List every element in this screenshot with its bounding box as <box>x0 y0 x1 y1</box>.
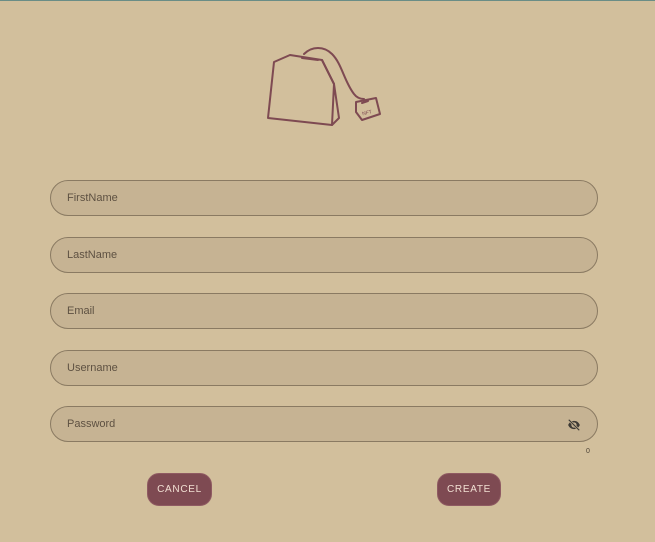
create-button[interactable]: CREATE <box>437 473 501 506</box>
lastname-field[interactable] <box>50 237 598 273</box>
username-field[interactable] <box>50 350 598 386</box>
password-input[interactable] <box>67 407 547 441</box>
email-field[interactable] <box>50 293 598 329</box>
firstname-field[interactable] <box>50 180 598 216</box>
lastname-input[interactable] <box>67 238 547 272</box>
tea-bag-icon: NFT <box>267 47 381 126</box>
eye-off-icon[interactable] <box>567 418 581 432</box>
password-field[interactable] <box>50 406 598 442</box>
email-input[interactable] <box>67 294 547 328</box>
cancel-button[interactable]: CANCEL <box>147 473 212 506</box>
password-char-counter: 0 <box>586 448 590 455</box>
username-input[interactable] <box>67 351 547 385</box>
tea-bag-logo: NFT <box>262 46 387 131</box>
firstname-input[interactable] <box>67 181 547 215</box>
